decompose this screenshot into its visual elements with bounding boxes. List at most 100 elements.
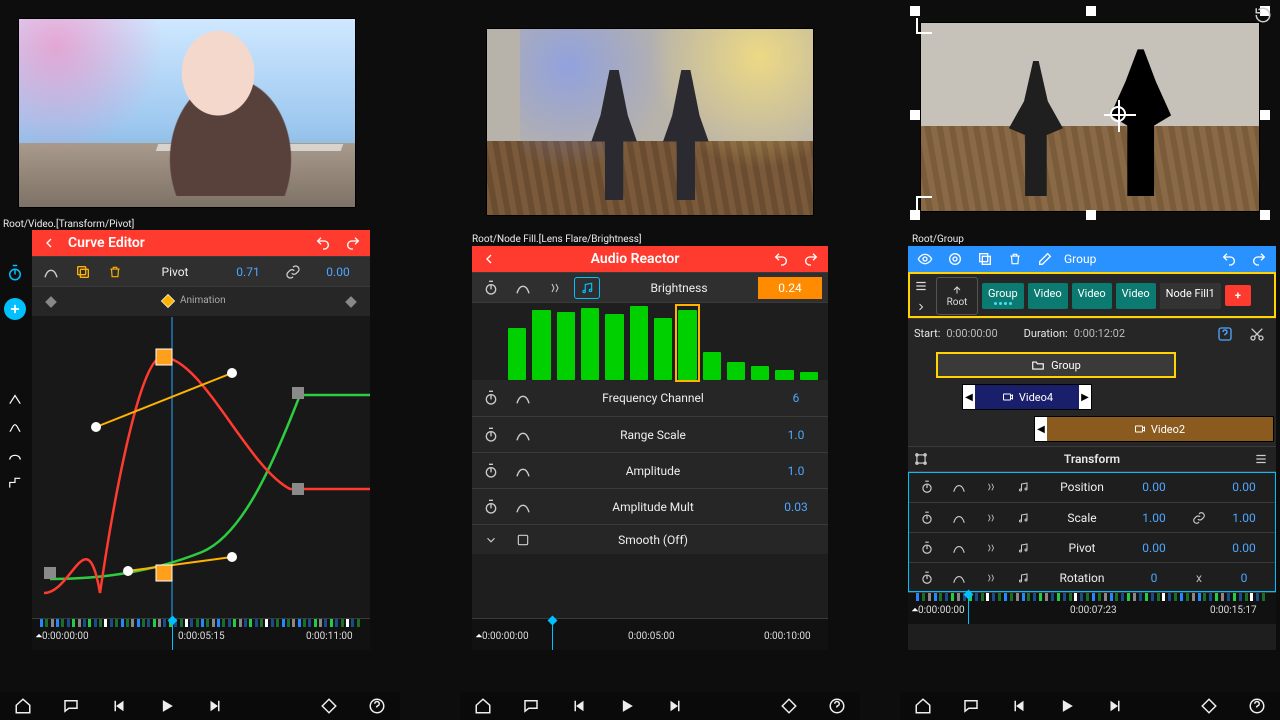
- play-icon[interactable]: [156, 695, 178, 717]
- pulse-icon[interactable]: [978, 567, 1004, 589]
- play-icon[interactable]: [1056, 695, 1078, 717]
- value-b[interactable]: 0.00: [1218, 541, 1270, 555]
- curve-graph[interactable]: [32, 316, 370, 618]
- handle-left[interactable]: [910, 110, 920, 120]
- list-icon[interactable]: [914, 279, 928, 293]
- smooth-row[interactable]: Smooth (Off): [472, 524, 828, 554]
- chevron-right-icon[interactable]: [915, 301, 927, 313]
- param-value[interactable]: 1.0: [770, 428, 822, 442]
- diamond-icon[interactable]: [318, 695, 340, 717]
- node-chip[interactable]: Group: [982, 283, 1024, 309]
- timer-icon[interactable]: [478, 424, 504, 446]
- chevron-down-icon[interactable]: [478, 529, 504, 551]
- brightness-value[interactable]: 0.24: [758, 277, 822, 299]
- curve-icon[interactable]: [510, 277, 536, 299]
- timebar-mid[interactable]: 0:00:00:00 0:00:05:00 0:00:10:00: [472, 618, 828, 650]
- value-b[interactable]: 1.00: [1218, 511, 1270, 525]
- timer-icon[interactable]: [914, 507, 940, 529]
- add-mode-icon[interactable]: [4, 298, 26, 320]
- handle-br[interactable]: [1260, 210, 1270, 220]
- undo-icon[interactable]: [312, 232, 334, 254]
- second-value[interactable]: 0.00: [312, 265, 364, 279]
- param-value[interactable]: 1.0: [770, 464, 822, 478]
- node-chip[interactable]: Node Fill1: [1160, 283, 1221, 309]
- handle-tl[interactable]: [910, 6, 920, 16]
- curve-icon[interactable]: [946, 537, 972, 559]
- timer-icon[interactable]: [478, 277, 504, 299]
- collapse-icon[interactable]: [474, 631, 484, 641]
- pulse-icon[interactable]: [978, 537, 1004, 559]
- step-back-icon[interactable]: [108, 695, 130, 717]
- timer-icon[interactable]: [914, 537, 940, 559]
- play-icon[interactable]: [616, 695, 638, 717]
- spectrum-bar[interactable]: [800, 372, 818, 380]
- timer-mode-icon[interactable]: [4, 262, 26, 284]
- link-icon[interactable]: [1186, 507, 1212, 529]
- shape-step-icon[interactable]: [7, 476, 23, 490]
- next-key-icon[interactable]: [338, 291, 364, 313]
- spectrum-bar[interactable]: [532, 310, 550, 380]
- checkbox-icon[interactable]: [510, 529, 536, 551]
- music-icon[interactable]: [1010, 476, 1036, 498]
- shape-peak-icon[interactable]: [7, 420, 23, 434]
- curve-icon[interactable]: [510, 460, 536, 482]
- spectrum-bar[interactable]: [703, 352, 721, 380]
- spectrum-bar[interactable]: [581, 308, 599, 380]
- curve-icon[interactable]: [510, 496, 536, 518]
- step-fwd-icon[interactable]: [1104, 695, 1126, 717]
- spectrum-bar[interactable]: [557, 312, 575, 380]
- shape-tri-icon[interactable]: [7, 392, 23, 406]
- value-b[interactable]: 0: [1218, 571, 1270, 585]
- param-value[interactable]: 0.71: [222, 265, 274, 279]
- handle-bl2[interactable]: [910, 210, 920, 220]
- home-icon[interactable]: [912, 695, 934, 717]
- spectrum-bar[interactable]: [775, 370, 793, 380]
- node-chip[interactable]: Video: [1072, 283, 1112, 309]
- link-icon[interactable]: [280, 261, 306, 283]
- curve-icon[interactable]: [946, 567, 972, 589]
- spectrum-bar[interactable]: [630, 306, 648, 380]
- root-button[interactable]: Root: [936, 277, 978, 315]
- node-chip[interactable]: Video: [1028, 283, 1068, 309]
- collapse-icon[interactable]: [34, 631, 44, 641]
- clip-handle-right[interactable]: ▶: [1079, 385, 1091, 409]
- curve-icon[interactable]: [510, 387, 536, 409]
- chat-icon[interactable]: [960, 695, 982, 717]
- timebar-right[interactable]: 0:00:00:00 0:00:07:23 0:00:15:17: [908, 592, 1276, 624]
- timebar-left[interactable]: 0:00:00:00 0:00:05:15 0:00:11:00: [32, 618, 370, 650]
- chat-icon[interactable]: [520, 695, 542, 717]
- value-a[interactable]: 0: [1128, 571, 1180, 585]
- cut-icon[interactable]: [1244, 323, 1270, 345]
- anchor-icon[interactable]: [1110, 106, 1126, 122]
- help-icon[interactable]: [1212, 323, 1238, 345]
- clip-handle-left[interactable]: ◀: [963, 385, 975, 409]
- handle-top[interactable]: [1086, 6, 1096, 16]
- diamond-icon[interactable]: [778, 695, 800, 717]
- duration-value[interactable]: 0:00:12:02: [1074, 327, 1125, 340]
- track-group[interactable]: Group: [936, 352, 1176, 378]
- value-a[interactable]: 0.00: [1128, 541, 1180, 555]
- copy-icon[interactable]: [70, 261, 96, 283]
- curve-icon[interactable]: [510, 424, 536, 446]
- timer-icon[interactable]: [478, 387, 504, 409]
- trash-icon[interactable]: [102, 261, 128, 283]
- music-icon[interactable]: [574, 277, 600, 299]
- diamond-icon[interactable]: [1198, 695, 1220, 717]
- undo-icon[interactable]: [1218, 248, 1240, 270]
- start-value[interactable]: 0:00:00:00: [946, 327, 997, 340]
- param-value[interactable]: 6: [770, 391, 822, 405]
- undo-icon[interactable]: [770, 248, 792, 270]
- tracks-area[interactable]: Group ◀ Video4 ▶ ◀ Video2: [908, 348, 1276, 446]
- timer-icon[interactable]: [914, 567, 940, 589]
- spectrum-bar[interactable]: [751, 366, 769, 380]
- redo-icon[interactable]: [800, 248, 822, 270]
- edit-icon[interactable]: [1034, 248, 1056, 270]
- prev-key-icon[interactable]: [38, 291, 64, 313]
- add-node-button[interactable]: +: [1225, 285, 1251, 306]
- curve-icon[interactable]: [38, 261, 64, 283]
- spectrum-bar[interactable]: [654, 318, 672, 380]
- track-video4[interactable]: ◀ Video4 ▶: [962, 384, 1092, 410]
- step-fwd-icon[interactable]: [664, 695, 686, 717]
- music-icon[interactable]: [1010, 537, 1036, 559]
- spectrum-bar[interactable]: [508, 328, 526, 380]
